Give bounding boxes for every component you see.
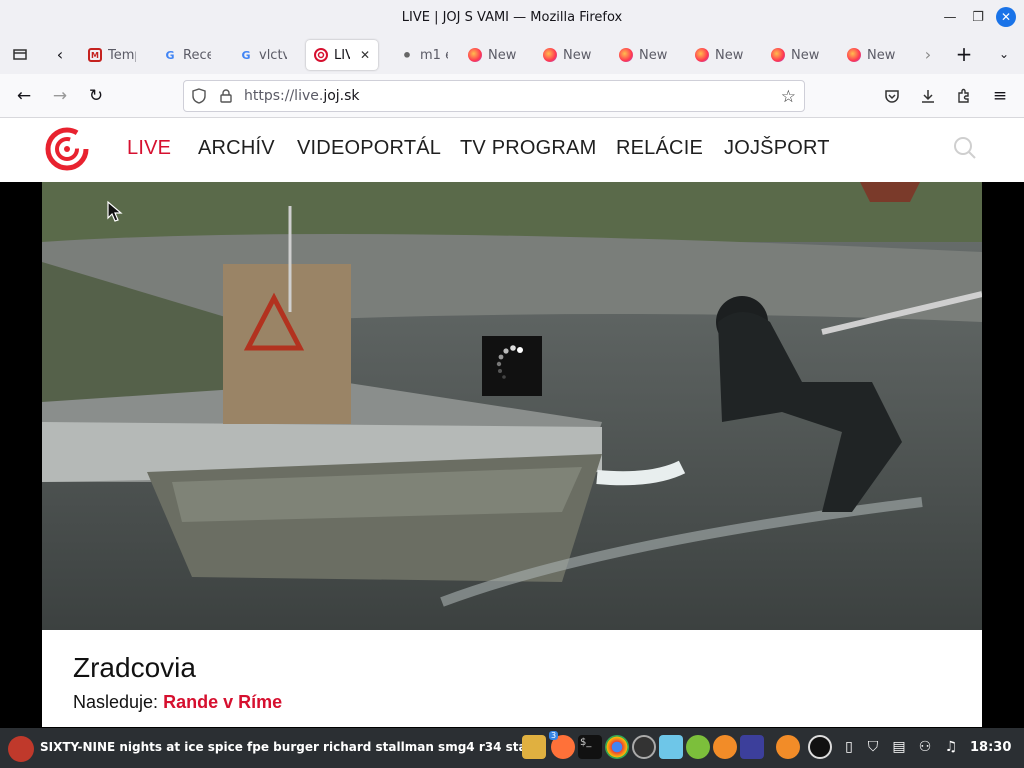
lock-icon[interactable]: [220, 88, 234, 104]
google-icon: G: [165, 48, 175, 62]
pocket-icon[interactable]: [878, 82, 906, 110]
window-titlebar: LIVE | JOJ S VAMI — Mozilla Firefox — ❐ …: [0, 0, 1024, 34]
shield-tray-icon[interactable]: ⛉: [864, 738, 882, 756]
restore-icon[interactable]: ❐: [968, 7, 988, 27]
clock[interactable]: 18:30: [970, 740, 1011, 755]
tab-item-active[interactable]: LIV ✕: [306, 40, 378, 70]
grid-app-icon[interactable]: [686, 735, 710, 759]
tab-item[interactable]: G Rece: [155, 40, 225, 70]
nav-tv-program[interactable]: TV PROGRAM: [460, 137, 596, 160]
tab-manager-icon[interactable]: [8, 40, 32, 68]
dot-icon: •: [401, 45, 413, 65]
nav-live[interactable]: LIVE: [127, 137, 171, 160]
mouse-cursor-icon: [106, 200, 126, 224]
list-all-tabs-icon[interactable]: ⌄: [992, 40, 1016, 68]
nav-relacie[interactable]: RELÁCIE: [616, 137, 703, 160]
menu-icon[interactable]: ≡: [986, 82, 1014, 110]
firefox-icon: [771, 48, 785, 62]
tab-item[interactable]: New: [839, 40, 909, 70]
puzzle-app-icon[interactable]: [659, 735, 683, 759]
firefox-icon: [847, 48, 861, 62]
media-player-icon[interactable]: [740, 735, 764, 759]
chrome-icon[interactable]: [605, 735, 629, 759]
terminal-icon[interactable]: $_: [578, 735, 602, 759]
tab-item[interactable]: • m1 e: [392, 40, 456, 70]
nav-jojsport[interactable]: JOJŠPORT: [724, 137, 830, 160]
url-bar[interactable]: https://live.joj.sk ☆: [183, 80, 805, 112]
tab-strip: ‹ M Temp G Rece G vlctv LIV ✕ • m1 e New…: [0, 34, 1024, 74]
show-info-card: Zradcovia Nasleduje: Rande v Ríme: [42, 630, 982, 727]
folder-icon[interactable]: [522, 735, 546, 759]
taskbar: SIXTY-NINE nights at ice spice fpe burge…: [0, 728, 1024, 768]
next-show: Nasleduje: Rande v Ríme: [73, 692, 283, 712]
nav-archiv[interactable]: ARCHÍV: [198, 137, 275, 160]
video-player[interactable]: [42, 182, 982, 630]
window-title: LIVE | JOJ S VAMI — Mozilla Firefox: [401, 9, 623, 25]
volume-icon[interactable]: ♫: [942, 738, 960, 756]
firefox-icon: [619, 48, 633, 62]
taskbar-badge: 3: [549, 731, 559, 740]
tab-item[interactable]: New: [687, 40, 757, 70]
extensions-icon[interactable]: [950, 82, 978, 110]
joj-icon: [314, 48, 328, 62]
nav-videoportal[interactable]: VIDEOPORTÁL: [297, 137, 441, 160]
tab-item[interactable]: M Temp: [80, 40, 150, 70]
close-tab-icon[interactable]: ✕: [360, 48, 370, 62]
video-frame: [42, 182, 982, 630]
x-app-icon[interactable]: [713, 735, 737, 759]
loading-spinner: [482, 336, 542, 396]
obs-tray-icon[interactable]: [808, 735, 832, 759]
gmail-icon: M: [88, 48, 102, 62]
back-icon[interactable]: ←: [10, 82, 38, 110]
show-title: Zradcovia: [73, 652, 196, 683]
navigation-bar: ← → ↻ https://live.joj.sk ☆ ≡: [0, 74, 1024, 118]
firefox-icon: [468, 48, 482, 62]
firefox-icon: [543, 48, 557, 62]
x-app-icon-2[interactable]: [776, 735, 800, 759]
google-icon: G: [241, 48, 251, 62]
firefox-icon: [695, 48, 709, 62]
next-show-link[interactable]: Rande v Ríme: [163, 692, 282, 712]
forward-icon[interactable]: →: [46, 82, 74, 110]
now-playing-text: SIXTY-NINE nights at ice spice fpe burge…: [40, 740, 543, 754]
firefox-taskbar-icon[interactable]: 3: [549, 731, 575, 759]
tab-item[interactable]: New: [460, 40, 530, 70]
joj-logo[interactable]: [44, 126, 90, 172]
obs-icon[interactable]: [632, 735, 656, 759]
tab-scroll-right-icon[interactable]: ›: [916, 40, 940, 68]
new-tab-icon[interactable]: +: [952, 40, 976, 68]
shield-icon[interactable]: [192, 88, 208, 104]
angry-bird-icon[interactable]: [8, 736, 34, 762]
tab-item[interactable]: New: [763, 40, 833, 70]
bookmark-star-icon[interactable]: ☆: [781, 87, 796, 107]
search-icon[interactable]: [952, 135, 978, 161]
downloads-icon[interactable]: [914, 82, 942, 110]
url-text: https://live.joj.sk: [244, 88, 360, 104]
network-icon[interactable]: ⚇: [916, 738, 934, 756]
tab-item[interactable]: New: [611, 40, 681, 70]
tab-item[interactable]: G vlctv: [231, 40, 301, 70]
close-window-icon[interactable]: ✕: [996, 7, 1016, 27]
reload-icon[interactable]: ↻: [82, 82, 110, 110]
clipboard-icon[interactable]: ▯: [840, 738, 858, 756]
tab-scroll-left-icon[interactable]: ‹: [48, 40, 72, 68]
site-header: LIVE ARCHÍV VIDEOPORTÁL TV PROGRAM RELÁC…: [0, 118, 1024, 182]
tab-item[interactable]: New: [535, 40, 605, 70]
document-tray-icon[interactable]: ▤: [890, 738, 908, 756]
minimize-icon[interactable]: —: [940, 7, 960, 27]
